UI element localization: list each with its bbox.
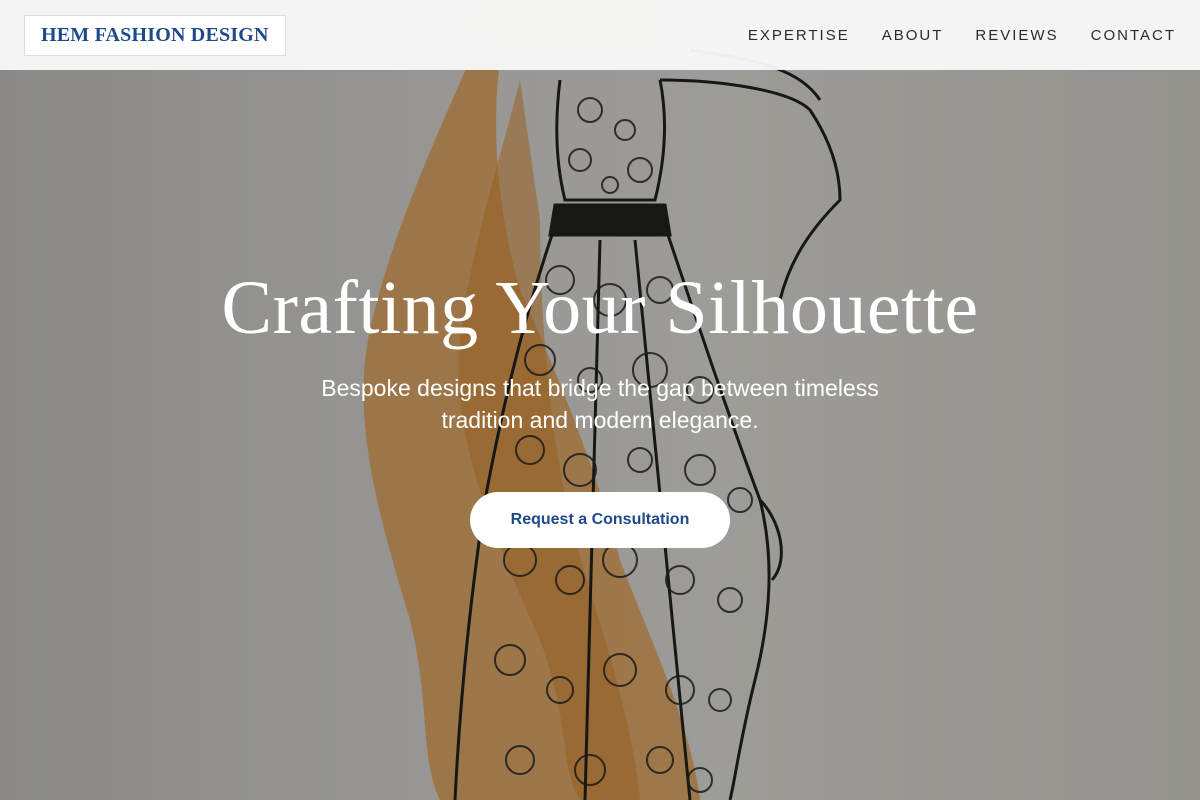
request-consultation-button[interactable]: Request a Consultation [470, 492, 730, 548]
nav-link-expertise[interactable]: EXPERTISE [748, 27, 850, 44]
hero-title: Crafting Your Silhouette [221, 266, 979, 350]
nav-link-reviews[interactable]: REVIEWS [975, 27, 1058, 44]
brand-logo[interactable]: HEM FASHION DESIGN [24, 14, 286, 56]
hero-content: Crafting Your Silhouette Bespoke designs… [0, 270, 1200, 548]
hero-subtitle: Bespoke designs that bridge the gap betw… [321, 375, 879, 433]
nav-link-contact[interactable]: CONTACT [1091, 27, 1176, 44]
main-nav: EXPERTISE ABOUT REVIEWS CONTACT [748, 27, 1176, 44]
top-navbar: HEM FASHION DESIGN EXPERTISE ABOUT REVIE… [0, 0, 1200, 70]
nav-link-about[interactable]: ABOUT [882, 27, 944, 44]
